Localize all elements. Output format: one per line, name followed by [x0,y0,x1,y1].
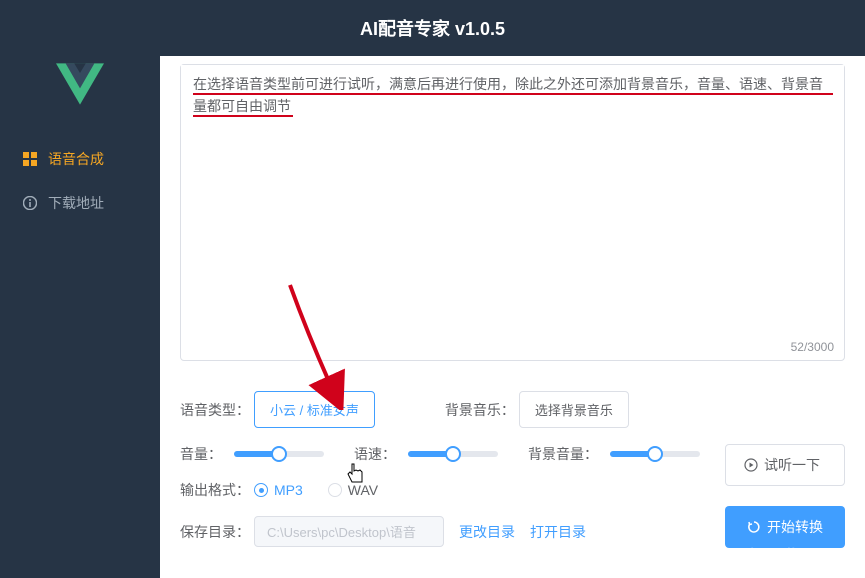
text-input-container: 52/3000 [180,64,845,361]
grid-icon [22,151,38,167]
sidebar-item-label: 语音合成 [48,149,104,169]
preview-button[interactable]: 试听一下 [725,444,845,486]
savedir-label: 保存目录： [180,522,250,542]
bgvolume-slider[interactable] [610,451,700,457]
convert-button[interactable]: 开始转换 [725,506,845,548]
volume-slider-thumb[interactable] [271,446,287,462]
annotation-underline [193,93,833,95]
volume-slider[interactable] [234,451,324,457]
play-icon [744,458,758,472]
speed-slider[interactable] [408,451,498,457]
open-dir-link[interactable]: 打开目录 [530,522,586,542]
voice-type-button[interactable]: 小云 / 标准女声 [254,391,375,428]
radio-icon [254,483,268,497]
sidebar-item-synthesis[interactable]: 语音合成 [0,137,160,181]
speed-slider-thumb[interactable] [445,446,461,462]
app-logo [48,56,112,112]
bgm-select-button[interactable]: 选择背景音乐 [519,391,629,428]
savedir-input [254,516,444,547]
speed-label: 语速： [354,444,396,464]
info-icon [22,195,38,211]
change-dir-link[interactable]: 更改目录 [459,522,515,542]
refresh-icon [747,520,761,534]
content-panel: 52/3000 语音类型： 小云 / 标准女声 背景音乐： 选择背景音乐 音量： [160,56,865,578]
sidebar-item-label: 下载地址 [48,193,104,213]
format-label: 输出格式： [180,480,250,500]
app-title: AI配音专家 v1.0.5 [0,0,865,56]
format-radio-mp3[interactable]: MP3 [254,482,303,498]
text-input[interactable] [181,65,844,355]
volume-label: 音量： [180,444,222,464]
format-radio-wav[interactable]: WAV [328,482,378,498]
bgvolume-label: 背景音量： [528,444,598,464]
radio-icon [328,483,342,497]
char-counter: 52/3000 [791,340,834,354]
bgm-label: 背景音乐： [445,400,515,420]
sidebar: 语音合成 下载地址 [0,56,160,578]
bgvolume-slider-thumb[interactable] [647,446,663,462]
sidebar-item-download[interactable]: 下载地址 [0,181,160,225]
voice-type-label: 语音类型： [180,400,250,420]
annotation-underline [193,115,293,117]
